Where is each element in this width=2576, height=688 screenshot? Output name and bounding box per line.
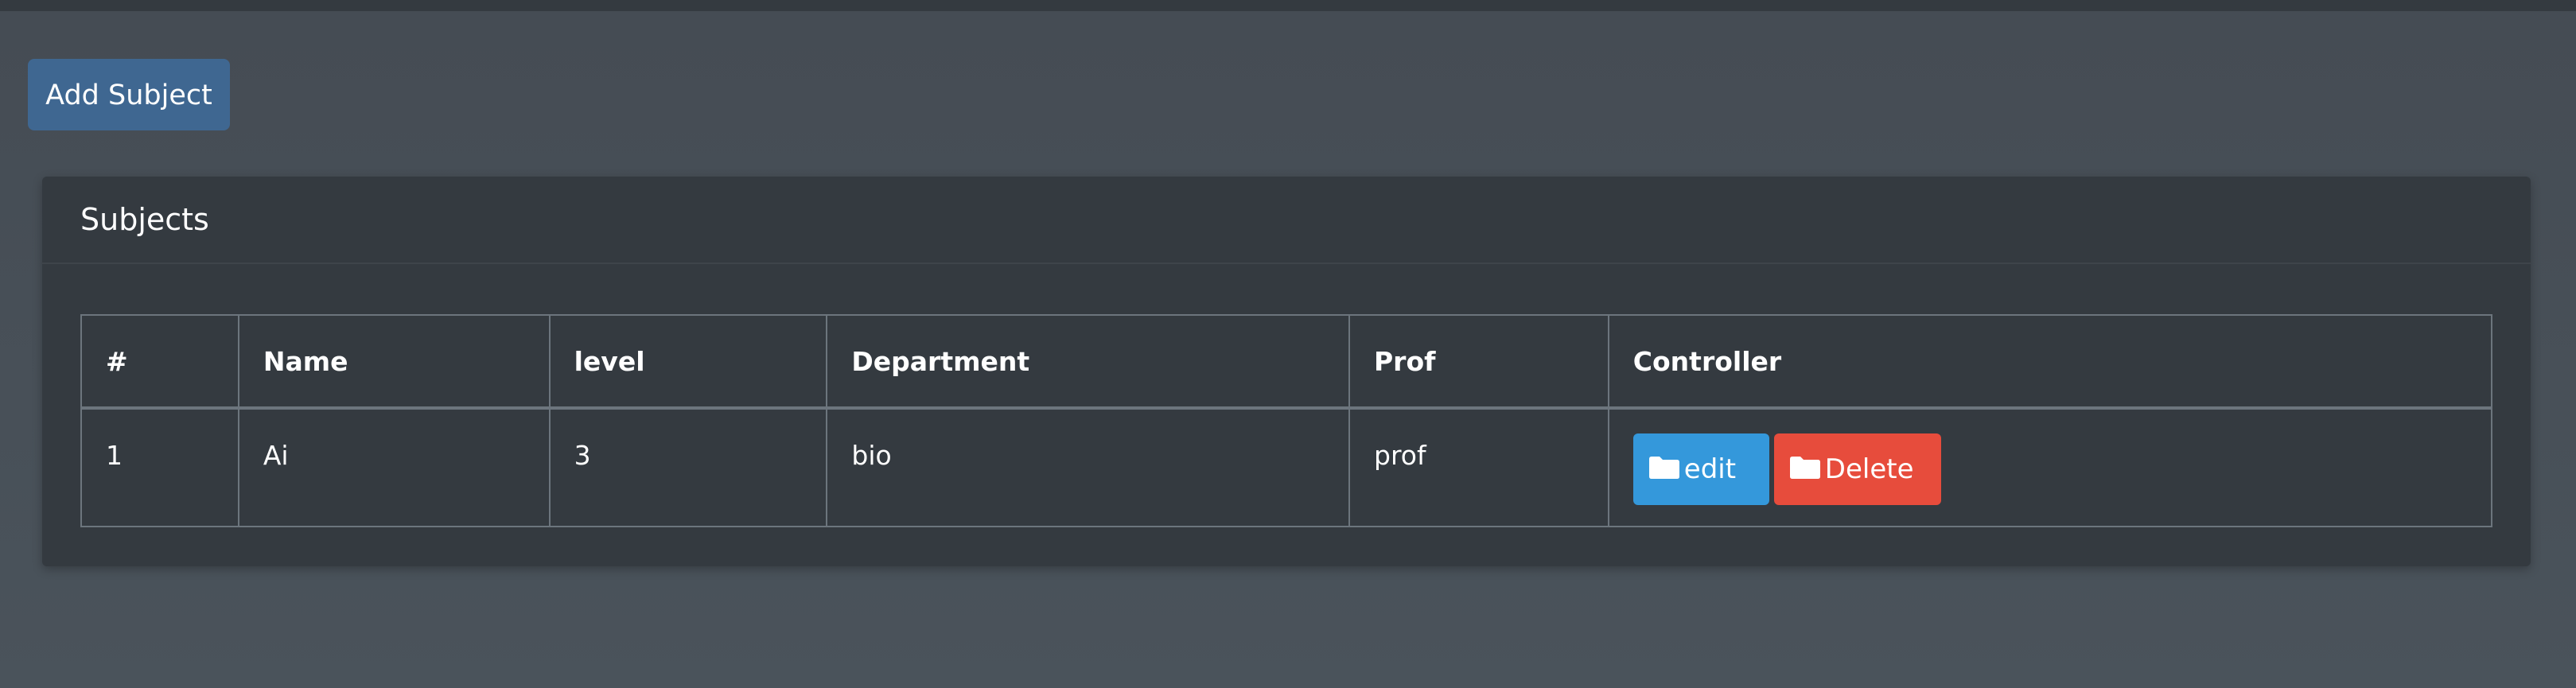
folder-icon <box>1648 456 1679 479</box>
cell-number: 1 <box>80 407 239 527</box>
add-subject-button[interactable]: Add Subject <box>28 59 230 130</box>
cell-prof: prof <box>1348 407 1609 527</box>
card-title: Subjects <box>42 177 2531 264</box>
top-navbar <box>0 0 2576 11</box>
column-header-level: level <box>548 314 828 410</box>
subjects-table: # Name level Department Prof Controller … <box>80 314 2493 527</box>
folder-icon <box>1789 456 1820 479</box>
content-wrapper: Add Subject Subjects # Name level Depart… <box>0 11 2576 688</box>
edit-button-label: edit <box>1683 453 1737 485</box>
cell-level: 3 <box>548 407 828 527</box>
table-row: 1 Ai 3 bio prof edit Delete <box>80 407 2493 527</box>
table-header-row: # Name level Department Prof Controller <box>80 314 2493 410</box>
column-header-department: Department <box>826 314 1350 410</box>
column-header-prof: Prof <box>1348 314 1609 410</box>
cell-controller: edit Delete <box>1607 407 2493 527</box>
column-header-name: Name <box>237 314 551 410</box>
delete-button[interactable]: Delete <box>1773 433 1941 505</box>
cell-department: bio <box>826 407 1350 527</box>
column-header-number: # <box>80 314 239 410</box>
column-header-controller: Controller <box>1607 314 2493 410</box>
delete-button-label: Delete <box>1824 453 1914 485</box>
subjects-card: Subjects # Name level Department Prof Co… <box>42 177 2531 566</box>
cell-name: Ai <box>237 407 551 527</box>
edit-button[interactable]: edit <box>1632 433 1769 505</box>
